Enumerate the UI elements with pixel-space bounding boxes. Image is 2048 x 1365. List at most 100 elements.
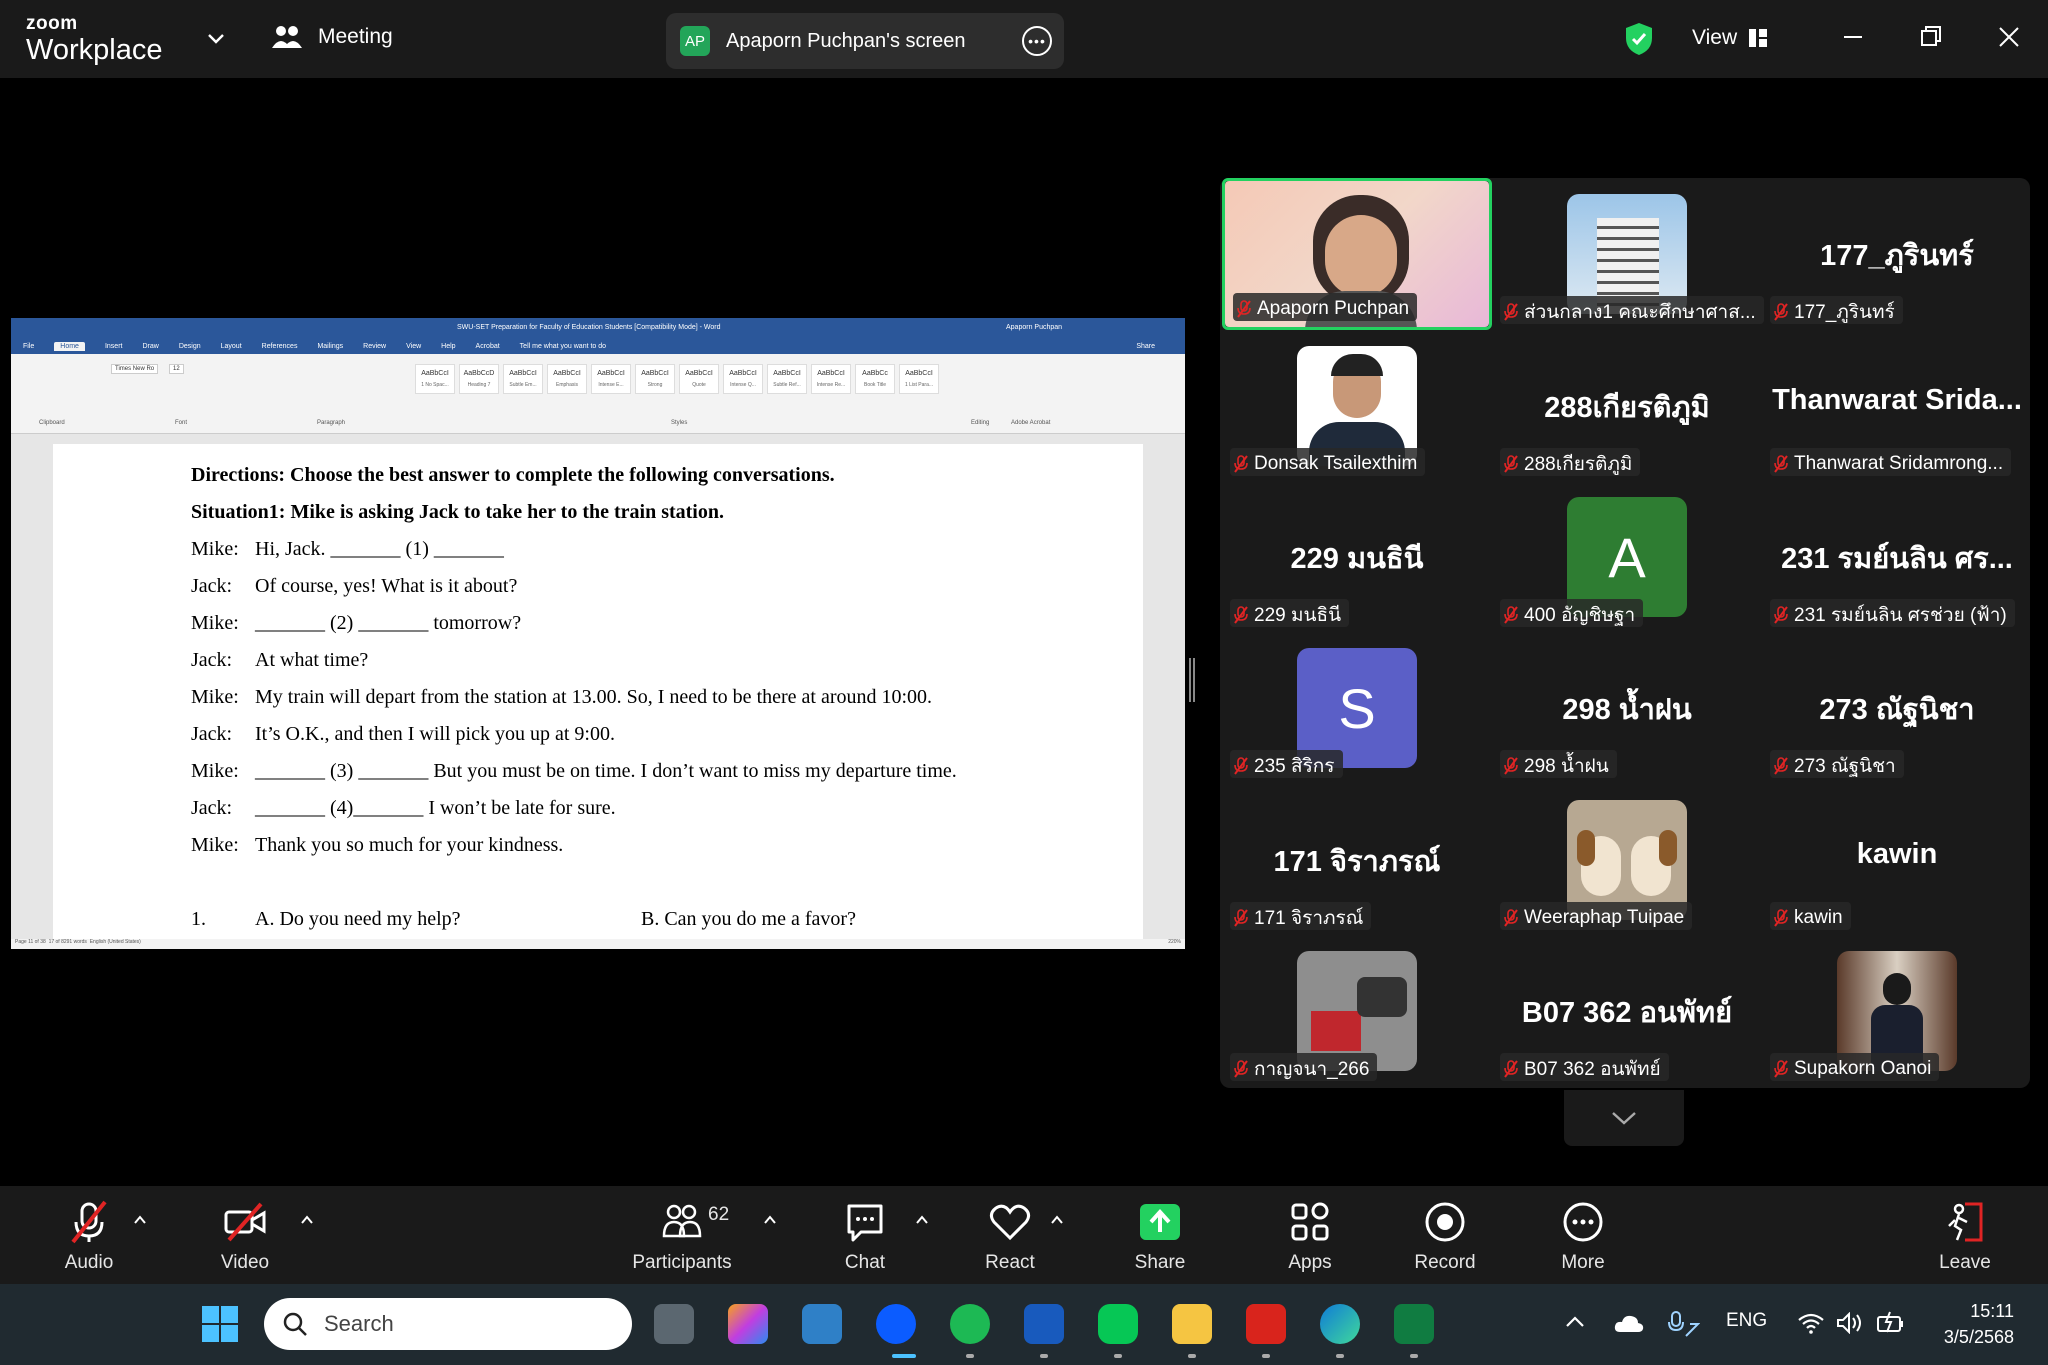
- copilot-icon[interactable]: [728, 1304, 768, 1344]
- chat-button[interactable]: Chat: [820, 1200, 910, 1274]
- tell-me-search[interactable]: Tell me what you want to do: [520, 343, 606, 350]
- participant-tile[interactable]: 229 มนธินี 229 มนธินี: [1222, 481, 1492, 633]
- edge-icon[interactable]: [1320, 1304, 1360, 1344]
- audio-button[interactable]: Audio: [44, 1200, 134, 1274]
- notepad-icon[interactable]: [802, 1304, 842, 1344]
- style-item[interactable]: AaBbCcD Heading 7: [459, 364, 499, 394]
- audio-options-caret-icon[interactable]: [132, 1212, 148, 1228]
- mic-in-use-icon[interactable]: [1668, 1310, 1700, 1338]
- style-item[interactable]: AaBbCcI Quote: [679, 364, 719, 394]
- tab-references[interactable]: References: [262, 343, 298, 350]
- word-share[interactable]: Share: [1136, 343, 1155, 350]
- participant-tile[interactable]: ส่วนกลาง1 คณะศึกษาศาส...: [1492, 178, 1764, 330]
- tab-design[interactable]: Design: [179, 343, 201, 350]
- participant-tile[interactable]: Weeraphap Tuipae: [1492, 784, 1762, 936]
- style-item[interactable]: AaBbCcI Subtle Ref...: [767, 364, 807, 394]
- style-item[interactable]: AaBbCcI Intense Re...: [811, 364, 851, 394]
- close-icon[interactable]: [1994, 22, 2024, 52]
- taskbar-clock[interactable]: 15:11 3/5/2568: [1924, 1298, 2014, 1350]
- tab-draw[interactable]: Draw: [142, 343, 158, 350]
- resize-handle[interactable]: [1189, 658, 1195, 702]
- input-language[interactable]: ENG: [1726, 1310, 1767, 1332]
- chevron-down-icon[interactable]: [206, 28, 226, 48]
- participant-name-large: 298 น้ำฝน: [1562, 694, 1692, 726]
- participant-tile[interactable]: kawin kawin: [1762, 784, 2032, 936]
- record-button[interactable]: Record: [1400, 1200, 1490, 1274]
- style-item[interactable]: AaBbCcI Strong: [635, 364, 675, 394]
- active-app-indicator: [892, 1354, 916, 1358]
- leave-button[interactable]: Leave: [1920, 1200, 2010, 1274]
- meeting-menu[interactable]: Meeting: [272, 24, 393, 50]
- spotify-icon[interactable]: [950, 1304, 990, 1344]
- zoom-app-icon[interactable]: [876, 1304, 916, 1344]
- participant-tile[interactable]: 171 จิราภรณ์ 171 จิราภรณ์: [1222, 784, 1492, 936]
- participant-tile[interactable]: B07 362 อนพัทย์ B07 362 อนพัทย์: [1492, 935, 1762, 1087]
- windows-start-icon[interactable]: [200, 1304, 240, 1344]
- react-button[interactable]: React: [965, 1200, 1055, 1274]
- participant-tile[interactable]: Apaporn Puchpan: [1222, 178, 1492, 330]
- style-item[interactable]: AaBbCcI Intense E...: [591, 364, 631, 394]
- word-status-bar: Page 11 of 38 17 of 8291 words English (…: [11, 939, 1185, 949]
- apps-button[interactable]: Apps: [1265, 1200, 1355, 1274]
- tab-layout[interactable]: Layout: [221, 343, 242, 350]
- tray-overflow-icon[interactable]: [1564, 1314, 1586, 1330]
- encryption-shield-icon[interactable]: [1624, 22, 1654, 56]
- battery-charging-icon[interactable]: [1876, 1310, 1906, 1334]
- view-button[interactable]: View: [1692, 26, 1768, 50]
- share-button[interactable]: Share: [1115, 1200, 1205, 1274]
- tab-mailings[interactable]: Mailings: [317, 343, 343, 350]
- tab-insert[interactable]: Insert: [105, 343, 123, 350]
- participant-tile[interactable]: Thanwarat Srida... Thanwarat Sridamrong..…: [1762, 330, 2032, 482]
- participant-tile[interactable]: 177_ภูรินทร์ 177_ภูรินทร์: [1762, 178, 2032, 330]
- tab-help[interactable]: Help: [441, 343, 455, 350]
- restore-icon[interactable]: [1916, 22, 1946, 52]
- tab-home[interactable]: Home: [54, 341, 85, 351]
- more-options-icon[interactable]: •••: [1022, 26, 1052, 56]
- style-item[interactable]: AaBbCcI 1 No Spac...: [415, 364, 455, 394]
- react-caret-icon[interactable]: [1049, 1212, 1065, 1228]
- video-options-caret-icon[interactable]: [299, 1212, 315, 1228]
- tab-review[interactable]: Review: [363, 343, 386, 350]
- document-page[interactable]: Directions: Choose the best answer to co…: [53, 444, 1143, 944]
- participants-caret-icon[interactable]: [762, 1212, 778, 1228]
- line-app-icon[interactable]: [1098, 1304, 1138, 1344]
- tab-view[interactable]: View: [406, 343, 421, 350]
- style-item[interactable]: AaBbCcI Emphasis: [547, 364, 587, 394]
- style-item[interactable]: AaBbCc Book Title: [855, 364, 895, 394]
- tab-file[interactable]: File: [23, 343, 34, 350]
- participant-tile[interactable]: 288เกียรติภูมิ 288เกียรติภูมิ: [1492, 330, 1762, 482]
- volume-icon[interactable]: [1836, 1312, 1864, 1334]
- onedrive-icon[interactable]: [1614, 1312, 1644, 1334]
- participant-tile[interactable]: Supakorn Oanoi: [1762, 935, 2032, 1087]
- participant-tile[interactable]: S 235 สิริกร: [1222, 632, 1492, 784]
- participant-tile[interactable]: 273 ณัฐนิชา 273 ณัฐนิชา: [1762, 632, 2032, 784]
- chat-caret-icon[interactable]: [914, 1212, 930, 1228]
- word-app-icon[interactable]: [1024, 1304, 1064, 1344]
- more-button[interactable]: More: [1538, 1200, 1628, 1274]
- participant-tile[interactable]: A 400 อัญชิษฐา: [1492, 481, 1762, 633]
- participant-tile[interactable]: Donsak Tsailexthim: [1222, 330, 1492, 482]
- file-explorer-icon[interactable]: [1172, 1304, 1212, 1344]
- participant-tile[interactable]: กาญจนา_266: [1222, 935, 1492, 1087]
- task-view-icon[interactable]: [654, 1304, 694, 1344]
- participant-tile[interactable]: 231 รมย์นลิน ศร... 231 รมย์นลิน ศรช่วย (ฟ…: [1762, 481, 2032, 633]
- participant-name: kawin: [1794, 906, 1843, 928]
- minimize-icon[interactable]: [1838, 22, 1868, 52]
- screen-share-pill[interactable]: AP Apaporn Puchpan's screen •••: [666, 13, 1064, 69]
- style-item[interactable]: AaBbCcI 1 List Para...: [899, 364, 939, 394]
- tab-acrobat[interactable]: Acrobat: [476, 343, 500, 350]
- style-item[interactable]: AaBbCcI Subtle Em...: [503, 364, 543, 394]
- group-styles: Styles: [671, 420, 688, 426]
- participant-tile[interactable]: 298 น้ำฝน 298 น้ำฝน: [1492, 632, 1762, 784]
- font-size-box[interactable]: 12: [169, 364, 184, 374]
- acrobat-icon[interactable]: [1246, 1304, 1286, 1344]
- video-button[interactable]: Video: [200, 1200, 290, 1274]
- font-name-box[interactable]: Times New Ro: [111, 364, 159, 374]
- taskbar-search[interactable]: Search: [264, 1298, 632, 1350]
- gallery-next-page[interactable]: [1564, 1090, 1684, 1146]
- excel-icon[interactable]: [1394, 1304, 1434, 1344]
- muted-mic-icon: [1774, 908, 1788, 927]
- wifi-icon[interactable]: [1798, 1312, 1824, 1334]
- style-item[interactable]: AaBbCcI Intense Q...: [723, 364, 763, 394]
- participants-button[interactable]: 62 Participants: [620, 1200, 744, 1274]
